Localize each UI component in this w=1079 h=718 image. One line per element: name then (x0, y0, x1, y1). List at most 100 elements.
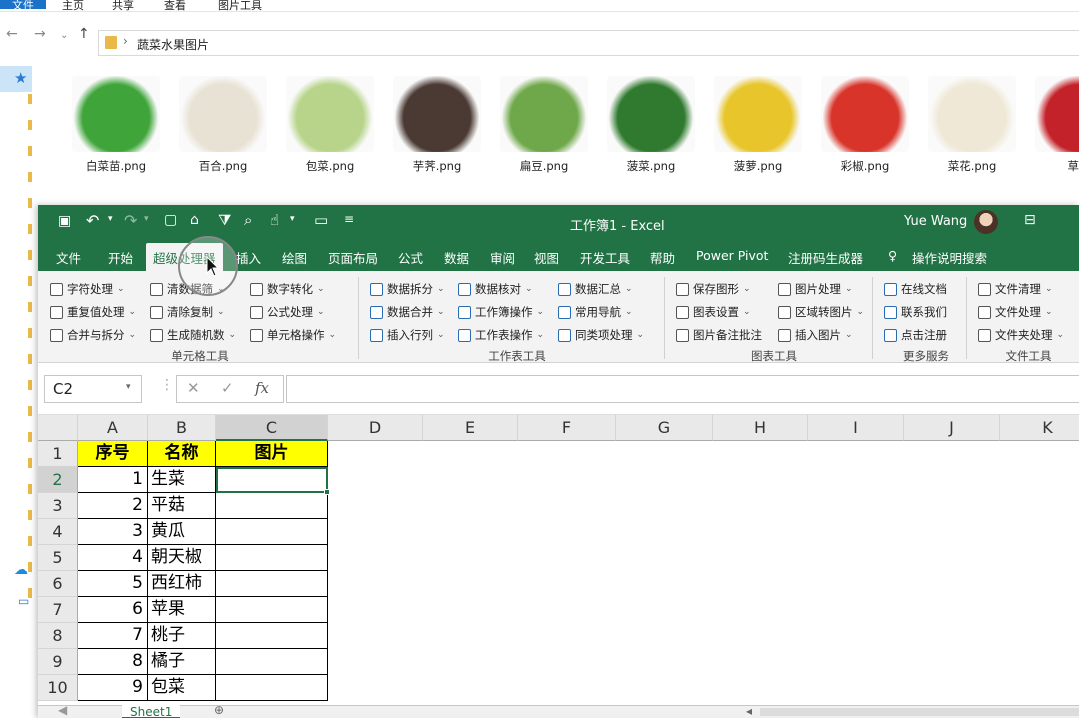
table-cell[interactable]: 7 (78, 623, 148, 649)
row-header[interactable]: 9 (38, 649, 78, 675)
tab-formulas[interactable]: 公式 (398, 248, 423, 267)
ribbon-button[interactable]: 工作簿操作 ⌄ (458, 303, 544, 321)
file-tile[interactable]: 白菜苗.png (68, 66, 164, 184)
explorer-tab-file[interactable]: 文件 (0, 0, 46, 12)
row-header[interactable]: 3 (38, 493, 78, 519)
undo-dropdown-icon[interactable]: ▾ (108, 214, 113, 224)
column-header[interactable]: I (808, 415, 904, 441)
select-all-corner[interactable] (38, 415, 78, 441)
row-header[interactable]: 5 (38, 545, 78, 571)
quick-access-item[interactable]: ★ (0, 66, 32, 92)
file-tile[interactable]: 扁豆.png (496, 66, 592, 184)
ribbon-button[interactable]: 工作表操作 ⌄ (458, 326, 544, 344)
tab-file[interactable]: 文件 (56, 248, 81, 267)
breadcrumb[interactable]: 蔬菜水果图片 (137, 36, 209, 53)
table-cell[interactable] (216, 493, 328, 519)
chevron-down-icon[interactable]: ⌄ (60, 30, 68, 41)
touch-dropdown-icon[interactable]: ▾ (290, 214, 295, 224)
ribbon-button[interactable]: 单元格操作 ⌄ (250, 326, 336, 344)
ribbon-button[interactable]: 文件处理 ⌄ (978, 303, 1053, 321)
table-cell[interactable]: 5 (78, 571, 148, 597)
column-header[interactable]: F (518, 415, 616, 441)
table-cell[interactable]: 8 (78, 649, 148, 675)
table-cell[interactable]: 包菜 (148, 675, 216, 701)
ribbon-button[interactable]: 重复值处理 ⌄ (50, 303, 136, 321)
this-pc-icon[interactable]: ▭ (18, 594, 29, 608)
column-header[interactable]: D (328, 415, 423, 441)
filter-icon[interactable]: ⧩ (218, 211, 231, 229)
ribbon-button[interactable]: 区域转图片 ⌄ (778, 303, 864, 321)
formula-bar-drag-icon[interactable]: ⋮ (160, 377, 174, 393)
row-header[interactable]: 8 (38, 623, 78, 649)
ribbon-button[interactable]: 数据核对 ⌄ (458, 280, 533, 298)
tell-me-search[interactable]: 操作说明搜索 (912, 248, 987, 267)
ribbon-button[interactable]: 数据拆分 ⌄ (370, 280, 445, 298)
table-cell[interactable] (216, 571, 328, 597)
save-icon[interactable]: ▣ (58, 213, 71, 229)
tab-power-pivot[interactable]: Power Pivot (696, 248, 768, 263)
ribbon-button[interactable]: 数字转化 ⌄ (250, 280, 325, 298)
table-cell[interactable]: 桃子 (148, 623, 216, 649)
undo-icon[interactable]: ↶ (86, 211, 99, 230)
file-tile[interactable]: 芋荠.png (389, 66, 485, 184)
avatar[interactable] (974, 210, 998, 234)
file-tile[interactable]: 百合.png (175, 66, 271, 184)
table-cell[interactable]: 生菜 (148, 467, 216, 493)
file-tile[interactable]: 草莓 (1031, 66, 1079, 184)
table-cell[interactable]: 4 (78, 545, 148, 571)
tab-home[interactable]: 开始 (108, 248, 133, 267)
file-tile[interactable]: 包菜.png (282, 66, 378, 184)
ribbon-button[interactable]: 插入行列 ⌄ (370, 326, 445, 344)
back-icon[interactable]: ← (6, 26, 18, 42)
column-header[interactable]: K (1000, 415, 1079, 441)
table-cell[interactable]: 平菇 (148, 493, 216, 519)
active-cell[interactable] (216, 467, 328, 493)
ribbon-button[interactable]: 公式处理 ⌄ (250, 303, 325, 321)
row-header[interactable]: 10 (38, 675, 78, 701)
tab-keygen[interactable]: 注册码生成器 (788, 248, 863, 267)
table-cell[interactable]: 序号 (78, 441, 148, 467)
ribbon-button[interactable]: 文件清理 ⌄ (978, 280, 1053, 298)
hscroll-left-icon[interactable]: ◂ (746, 704, 752, 718)
table-cell[interactable]: 西红柿 (148, 571, 216, 597)
table-cell[interactable]: 1 (78, 467, 148, 493)
table-cell[interactable]: 黄瓜 (148, 519, 216, 545)
ribbon-button[interactable]: 联系我们 (884, 303, 947, 321)
table-cell[interactable] (216, 597, 328, 623)
fill-handle[interactable] (324, 489, 330, 495)
ribbon-button[interactable]: 数据汇总 ⌄ (558, 280, 633, 298)
row-header[interactable]: 1 (38, 441, 78, 467)
table-cell[interactable]: 2 (78, 493, 148, 519)
table-cell[interactable] (216, 519, 328, 545)
scroll-tabs-left-icon[interactable]: ◀ (58, 703, 67, 717)
column-header[interactable]: B (148, 415, 216, 441)
table-cell[interactable]: 3 (78, 519, 148, 545)
tab-draw[interactable]: 绘图 (282, 248, 307, 267)
horizontal-scrollbar[interactable] (760, 708, 1079, 716)
add-sheet-icon[interactable]: ⊕ (214, 703, 224, 717)
column-header[interactable]: A (78, 415, 148, 441)
ribbon-button[interactable]: 字符处理 ⌄ (50, 280, 125, 298)
row-header[interactable]: 6 (38, 571, 78, 597)
open-icon[interactable]: ⌂ (190, 212, 199, 228)
formula-input[interactable] (286, 375, 1079, 403)
redo-dropdown-icon[interactable]: ▾ (144, 214, 149, 224)
ribbon-button[interactable]: 点击注册 (884, 326, 947, 344)
enter-icon[interactable]: ✓ (221, 379, 234, 397)
tab-developer[interactable]: 开发工具 (580, 248, 630, 267)
tab-help[interactable]: 帮助 (650, 248, 675, 267)
row-header[interactable]: 4 (38, 519, 78, 545)
row-header[interactable]: 7 (38, 597, 78, 623)
table-cell[interactable]: 9 (78, 675, 148, 701)
address-box[interactable]: › 蔬菜水果图片 (98, 30, 1079, 56)
file-tile[interactable]: 菠萝.png (710, 66, 806, 184)
table-cell[interactable] (216, 675, 328, 701)
column-header[interactable]: G (616, 415, 713, 441)
ribbon-button[interactable]: 清除复制 ⌄ (150, 303, 225, 321)
table-cell[interactable]: 苹果 (148, 597, 216, 623)
column-header[interactable]: H (713, 415, 808, 441)
touch-mode-icon[interactable]: ☝ (270, 211, 279, 229)
file-tile[interactable]: 彩椒.png (817, 66, 913, 184)
customize-qat-icon[interactable]: ≡ (344, 212, 354, 226)
insert-function-icon[interactable]: fx (255, 379, 269, 397)
